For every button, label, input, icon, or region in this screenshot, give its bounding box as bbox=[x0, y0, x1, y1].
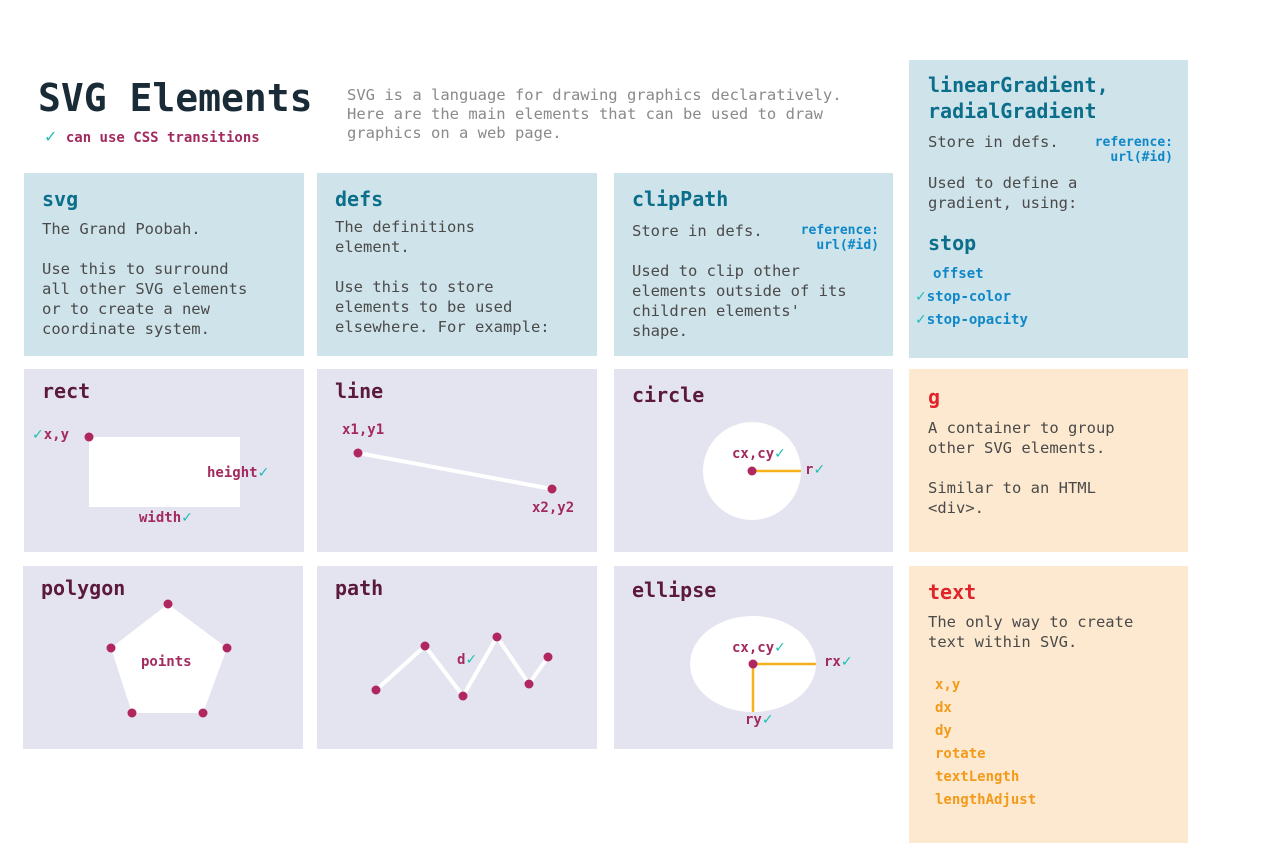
card-line: line x1,y1 x2,y2 bbox=[317, 369, 597, 552]
text-attr: dx bbox=[935, 700, 952, 716]
vertex-dot bbox=[106, 643, 116, 653]
text-attr: x,y bbox=[935, 677, 961, 693]
card-circle: circle cx,cy✓ r✓ bbox=[614, 369, 893, 552]
height-label: height✓ bbox=[207, 465, 270, 481]
rx-label: rx✓ bbox=[824, 654, 853, 670]
xy-label: ✓x,y bbox=[32, 427, 70, 443]
d-label: d✓ bbox=[457, 652, 478, 668]
card-gradient: linearGradient, radialGradient Store in … bbox=[909, 60, 1188, 358]
card-defs: defs The definitions element. Use this t… bbox=[317, 173, 597, 356]
end-dot bbox=[547, 484, 557, 494]
center-label: cx,cy✓ bbox=[732, 640, 786, 656]
path-dot bbox=[371, 685, 381, 695]
page-title: SVG Elements bbox=[38, 76, 313, 120]
card-description: The definitions element. Use this to sto… bbox=[335, 218, 550, 336]
card-text: text The only way to create text within … bbox=[909, 566, 1188, 843]
card-rect: rect ✓x,y height✓ width✓ bbox=[24, 369, 304, 552]
card-clippath: clipPath Store in defs. reference: url(#… bbox=[614, 173, 893, 356]
card-title: defs bbox=[335, 187, 384, 211]
check-icon: ✓ bbox=[761, 712, 774, 728]
store-note: Store in defs. bbox=[632, 222, 763, 240]
card-ellipse: ellipse cx,cy✓ rx✓ ry✓ bbox=[614, 566, 893, 749]
check-icon: ✓ bbox=[32, 427, 44, 443]
width-label: width✓ bbox=[139, 510, 193, 526]
path-dot bbox=[458, 691, 468, 701]
reference-label: reference: url(#id) bbox=[800, 223, 879, 253]
card-svg: svg The Grand Poobah. Use this to surrou… bbox=[24, 173, 304, 356]
vertex-dot bbox=[222, 643, 232, 653]
path-dot bbox=[492, 632, 502, 642]
line-shape bbox=[357, 451, 553, 491]
path-dot bbox=[420, 641, 430, 651]
card-description: A container to group other SVG elements.… bbox=[928, 419, 1115, 517]
text-attr: lengthAdjust bbox=[935, 792, 1037, 808]
card-path: path d✓ bbox=[317, 566, 597, 749]
vertex-dot bbox=[198, 708, 208, 718]
ry-label: ry✓ bbox=[745, 712, 774, 728]
path-dot bbox=[524, 679, 534, 689]
vertex-dot bbox=[163, 599, 173, 609]
center-dot bbox=[747, 466, 757, 476]
start-label: x1,y1 bbox=[342, 422, 385, 438]
end-label: x2,y2 bbox=[532, 500, 575, 516]
card-description: The Grand Poobah. Use this to surround a… bbox=[42, 220, 248, 338]
check-icon: ✓ bbox=[774, 446, 786, 462]
card-g: g A container to group other SVG element… bbox=[909, 369, 1188, 552]
intro-text: SVG is a language for drawing graphics d… bbox=[347, 86, 842, 142]
check-icon: ✓ bbox=[465, 652, 478, 668]
check-icon: ✓ bbox=[181, 510, 193, 526]
text-attr: dy bbox=[935, 723, 952, 739]
stop-attr-stop-color: ✓stop-color bbox=[915, 289, 1012, 305]
card-polygon: polygon points bbox=[23, 566, 303, 749]
path-dot bbox=[543, 652, 553, 662]
card-title: g bbox=[928, 385, 941, 409]
reference-label: reference: url(#id) bbox=[1094, 135, 1173, 165]
check-icon: ✓ bbox=[915, 312, 927, 328]
start-dot bbox=[353, 448, 363, 458]
center-dot bbox=[748, 659, 758, 669]
stop-attr-stop-opacity: ✓stop-opacity bbox=[915, 312, 1028, 328]
css-transition-note: ✓ can use CSS transitions bbox=[44, 127, 260, 146]
card-description: The only way to create text within SVG. bbox=[928, 613, 1134, 651]
line-illustration bbox=[353, 448, 557, 494]
check-icon: ✓ bbox=[840, 654, 853, 670]
check-icon: ✓ bbox=[915, 289, 927, 305]
store-note: Store in defs. bbox=[928, 133, 1059, 151]
points-label: points bbox=[141, 654, 192, 670]
css-note-label: can use CSS transitions bbox=[65, 130, 260, 146]
check-icon: ✓ bbox=[44, 127, 58, 146]
text-attr: textLength bbox=[935, 769, 1020, 785]
text-attr: rotate bbox=[935, 746, 986, 762]
center-label: cx,cy✓ bbox=[732, 446, 786, 462]
check-icon: ✓ bbox=[813, 462, 826, 478]
card-title: clipPath bbox=[632, 187, 729, 211]
card-title: linearGradient, radialGradient bbox=[928, 73, 1109, 123]
vertex-dot bbox=[127, 708, 137, 718]
stop-title: stop bbox=[928, 231, 977, 255]
card-title: svg bbox=[42, 187, 79, 211]
card-title: text bbox=[928, 580, 977, 604]
check-icon: ✓ bbox=[257, 465, 270, 481]
radius-label: r✓ bbox=[805, 462, 826, 478]
check-icon: ✓ bbox=[774, 640, 786, 656]
card-description: Used to define a gradient, using: bbox=[928, 174, 1078, 212]
card-description: Used to clip other elements outside of i… bbox=[632, 262, 847, 340]
origin-dot bbox=[84, 432, 94, 442]
stop-attr-offset: offset bbox=[933, 266, 984, 282]
